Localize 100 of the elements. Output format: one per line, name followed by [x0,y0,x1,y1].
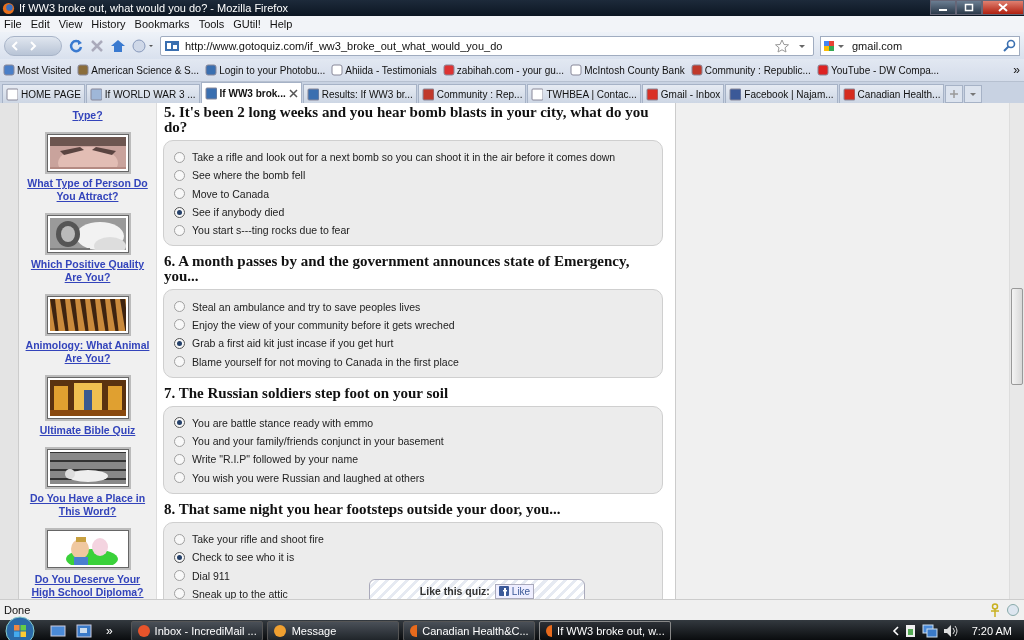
network-icon[interactable] [921,623,938,638]
answer-label[interactable]: Blame yourself for not moving to Canada in the first place [192,355,459,368]
bookmark-item[interactable]: Most Visited [3,64,72,76]
answer-label[interactable]: Write "R.I.P" followed by your name [192,453,358,466]
radio-button[interactable] [174,206,185,218]
address-field[interactable]: http://www.gotoquiz.com/if_ww3_broke_out_what_would_you_do [160,35,814,56]
radio-button[interactable] [174,551,185,563]
menu-item[interactable]: Help [269,18,293,30]
browser-tab[interactable]: Community : Rep... [417,84,527,103]
like-button[interactable]: Like [494,583,535,599]
clock[interactable]: 7:20 AM [971,624,1012,637]
bookmark-item[interactable]: Login to your Photobu... [205,64,326,76]
status-text: Done [4,604,31,616]
menu-item[interactable]: GUtil! [233,18,261,30]
maximize-button[interactable] [956,0,982,15]
radio-button[interactable] [174,151,185,163]
taskbar-button[interactable]: Inbox - IncrediMail ... [130,620,263,640]
question-heading: 7. The Russian soldiers step foot on your soil [163,385,450,401]
quiz-link[interactable]: Do You Have a Place in This Word? [23,492,152,518]
bookmark-item[interactable]: American Science & S... [77,64,200,76]
answer-label[interactable]: You start s---ting rocks due to fear [192,224,350,237]
answer-label[interactable]: Dial 911 [192,569,230,582]
reload-icon[interactable] [68,37,84,54]
browser-tab[interactable]: Gmail - Inbox [641,84,725,103]
answer-label[interactable]: Take your rifle and shoot fire [192,533,324,545]
home-icon[interactable] [110,38,126,53]
chevron-icon[interactable] [891,625,900,636]
minimize-button[interactable] [930,0,956,15]
quiz-link[interactable]: Which Positive Quality Are You? [23,258,152,284]
answer-label[interactable]: You and your family/friends conjunct in your basement [192,435,444,448]
document-icon[interactable] [904,623,917,638]
menu-item[interactable]: File [4,18,22,30]
radio-button[interactable] [174,319,185,331]
close-tab-icon[interactable] [288,88,298,98]
radio-button[interactable] [174,570,185,582]
radio-button[interactable] [174,188,185,200]
star-icon[interactable] [775,38,789,53]
search-icon[interactable] [1003,39,1016,52]
scrollbar[interactable] [1009,103,1024,599]
radio-button[interactable] [174,417,185,429]
bookmark-item[interactable]: YouTube - DW Compa... [816,64,940,76]
bookmark-item[interactable]: McIntosh County Bank [570,64,685,76]
radio-button[interactable] [174,533,185,545]
browser-tab[interactable]: HOME PAGE [2,84,85,103]
answer-label[interactable]: Check to see who it is [192,551,295,564]
site-icon [570,64,583,76]
quiz-link[interactable]: Type? [23,109,152,122]
menu-item[interactable]: Tools [198,18,225,30]
radio-button[interactable] [174,224,185,236]
menu-item[interactable]: History [91,18,126,30]
browser-tab[interactable]: If WW3 brok... [200,82,302,103]
answer-label[interactable]: Take a rifle and look out for a next bomb so you can shoot it in the air before it comes down [192,151,616,164]
browser-tab[interactable]: TWHBEA | Contac... [527,84,641,103]
radio-button[interactable] [174,337,185,349]
radio-button[interactable] [174,169,185,181]
volume-icon[interactable] [942,623,959,638]
radio-button[interactable] [174,356,185,367]
browser-tab[interactable]: If WORLD WAR 3 ... [85,84,200,103]
site-icon [421,87,434,101]
facebook-icon [498,586,509,596]
answer-label[interactable]: See where the bomb fell [192,169,306,182]
menu-item[interactable]: View [58,18,83,30]
browser-tab[interactable]: Canadian Health... [838,84,945,103]
site-icon [690,64,703,76]
quiz-link[interactable]: What Type of Person Do You Attract? [23,177,152,203]
menu-item[interactable]: Edit [30,18,50,30]
bookmark-item[interactable]: zabihah.com - your gu... [442,64,565,76]
taskbar-button[interactable]: If WW3 broke out, w... [538,620,671,640]
search-field[interactable]: gmail.com [820,35,1020,56]
radio-button[interactable] [174,301,185,313]
maximize-icon [964,3,974,12]
close-button[interactable] [982,0,1024,15]
bookmarks-more[interactable]: » [1013,63,1020,77]
taskbar-button[interactable]: Message [266,620,399,640]
bookmark-item[interactable]: Ahiida - Testimonials [331,64,437,76]
browser-tab[interactable]: Facebook | Najam... [725,84,838,103]
radio-button[interactable] [174,453,185,465]
radio-button[interactable] [174,435,185,447]
menu-item[interactable]: Bookmarks [134,18,190,30]
radio-button[interactable] [174,472,185,484]
answer-label[interactable]: You are battle stance ready with emmo [192,416,374,429]
bookmark-item[interactable]: Community : Republic... [690,64,811,76]
browser-tab[interactable]: Results: If WW3 br... [302,84,417,103]
site-icon [816,64,829,76]
answer-label[interactable]: Grab a first aid kit just incase if you get hurt [192,337,394,350]
quiz-link[interactable]: Animology: What Animal Are You? [23,339,152,365]
answer-label[interactable]: Steal an ambulance and try to save peoples lives [192,300,421,313]
site-icon [3,64,15,76]
site-icon [205,64,218,76]
show-desktop-icon[interactable] [50,623,66,638]
quiz-link[interactable]: Ultimate Bible Quiz [23,424,152,437]
switch-windows-icon[interactable] [76,623,92,638]
answer-label[interactable]: Enjoy the view of your community before it gets wreched [192,318,455,331]
taskbar-more[interactable]: » [106,623,113,638]
answer-label[interactable]: See if anybody died [192,206,285,219]
answer-label[interactable]: You wish you were Russian and laughed at others [192,471,425,484]
taskbar-button[interactable]: Canadian Health&C... [402,620,535,640]
quiz-link[interactable]: Do You Deserve Your High School Diploma? [23,573,152,599]
answer-label[interactable]: Move to Canada [192,187,270,200]
question-heading: 6. A month passes by and the government announces state of Emergency, you... [163,254,631,285]
